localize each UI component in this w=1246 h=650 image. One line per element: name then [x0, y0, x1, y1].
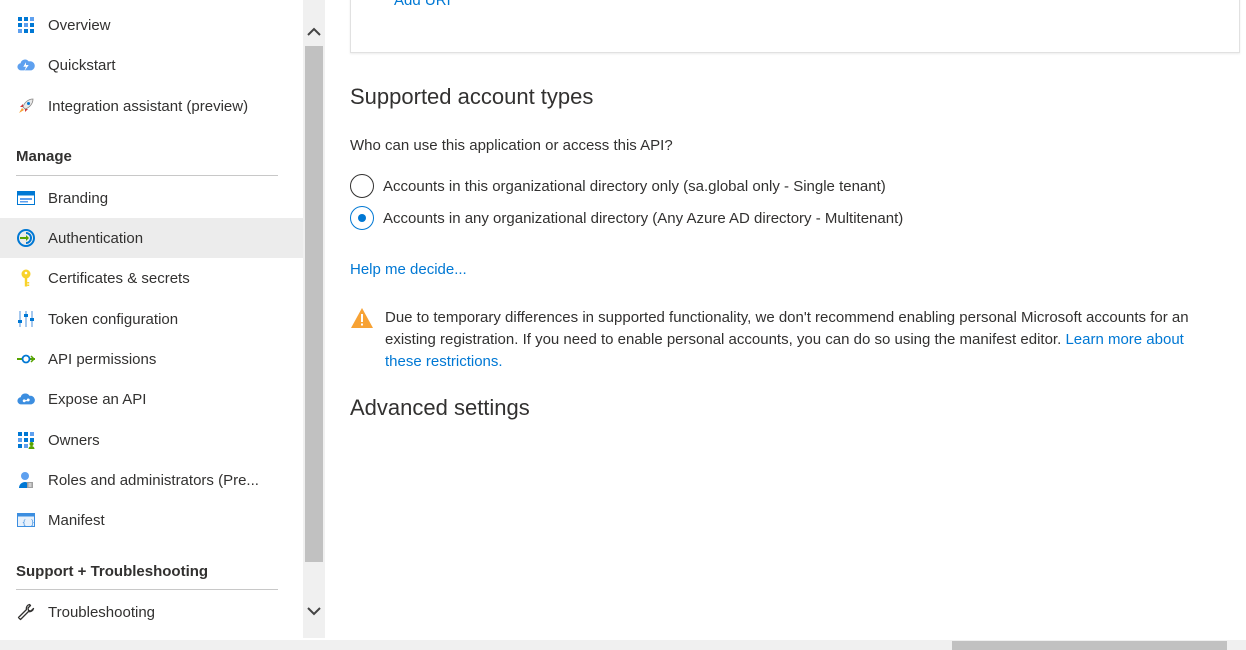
sidebar-item-label: API permissions: [48, 350, 157, 368]
manage-header: Manage: [16, 148, 72, 165]
rocket-icon: [17, 97, 35, 115]
scroll-up-button[interactable]: [303, 20, 325, 44]
owners-grid-icon: [17, 431, 35, 449]
grid-icon: [17, 16, 35, 34]
radio-multitenant[interactable]: Accounts in any organizational directory…: [350, 206, 903, 230]
redirect-uri-card: Add URI: [350, 0, 1240, 53]
warning-icon: [350, 307, 374, 329]
sidebar-item-label: Authentication: [48, 229, 144, 247]
sidebar-item-owners[interactable]: Owners: [0, 420, 303, 460]
wrench-icon: [17, 603, 35, 621]
branding-icon: [17, 189, 35, 207]
radio-label: Accounts in this organizational director…: [383, 177, 886, 195]
sidebar-item-authentication[interactable]: Authentication: [0, 218, 303, 258]
sidebar-item-label: Branding: [48, 189, 109, 207]
sidebar-item-roles-administrators[interactable]: Roles and administrators (Pre...: [0, 460, 303, 500]
help-me-decide-link[interactable]: Help me decide...: [350, 261, 467, 278]
sidebar-item-label: Roles and administrators (Pre...: [48, 471, 259, 489]
sidebar-item-expose-an-api[interactable]: Expose an API: [0, 379, 303, 419]
divider: [16, 175, 278, 176]
sidebar-item-token-configuration[interactable]: Token configuration: [0, 299, 303, 339]
cloud-lightning-icon: [17, 56, 35, 74]
sidebar-item-label: Integration assistant (preview): [48, 97, 249, 115]
radio-label: Accounts in any organizational directory…: [383, 209, 904, 227]
sidebar-item-manifest[interactable]: { } Manifest: [0, 500, 303, 540]
manifest-icon: { }: [17, 511, 35, 529]
add-uri-link[interactable]: Add URI: [394, 0, 451, 9]
sidebar-item-label: Expose an API: [48, 390, 147, 408]
sidebar-item-label: Manifest: [48, 511, 105, 529]
sidebar-item-label: Certificates & secrets: [48, 269, 190, 287]
scroll-down-button[interactable]: [303, 600, 325, 624]
sidebar-item-label: Troubleshooting: [48, 603, 156, 621]
api-permissions-icon: [17, 350, 35, 368]
sidebar: Overview Quickstart Integration assistan…: [0, 0, 303, 640]
divider: [16, 589, 278, 590]
sidebar-item-overview[interactable]: Overview: [0, 5, 303, 45]
sidebar-item-branding[interactable]: Branding: [0, 178, 303, 218]
horizontal-scrollbar-thumb[interactable]: [952, 641, 1227, 650]
main-content: Add URI Supported account types Who can …: [325, 0, 1246, 640]
sidebar-item-integration-assistant[interactable]: Integration assistant (preview): [0, 86, 303, 126]
account-question: Who can use this application or access t…: [350, 137, 673, 154]
svg-text:{ }: { }: [22, 519, 35, 527]
sidebar-item-troubleshooting[interactable]: Troubleshooting: [0, 592, 303, 632]
cloud-icon: [17, 390, 35, 408]
sidebar-item-label: Quickstart: [48, 56, 116, 74]
chevron-up-icon: [307, 23, 321, 41]
user-badge-icon: [17, 471, 35, 489]
chevron-down-icon: [307, 603, 321, 621]
warning-text: Due to temporary differences in supporte…: [385, 307, 1215, 373]
sidebar-item-api-permissions[interactable]: API permissions: [0, 339, 303, 379]
sliders-icon: [17, 310, 35, 328]
advanced-settings-title: Advanced settings: [350, 395, 530, 420]
radio-button[interactable]: [350, 174, 374, 198]
key-icon: [17, 269, 35, 287]
support-header: Support + Troubleshooting: [16, 563, 209, 580]
sidebar-item-label: Overview: [48, 16, 111, 34]
radio-single-tenant[interactable]: Accounts in this organizational director…: [350, 174, 886, 198]
sidebar-item-label: Owners: [48, 431, 100, 449]
supported-account-types-title: Supported account types: [350, 84, 594, 109]
authentication-icon: [17, 229, 35, 247]
sidebar-item-label: Token configuration: [48, 310, 179, 328]
sidebar-item-certificates-secrets[interactable]: Certificates & secrets: [0, 258, 303, 298]
sidebar-item-quickstart[interactable]: Quickstart: [0, 45, 303, 85]
sidebar-scrollbar-thumb[interactable]: [305, 46, 323, 562]
radio-button[interactable]: [350, 206, 374, 230]
